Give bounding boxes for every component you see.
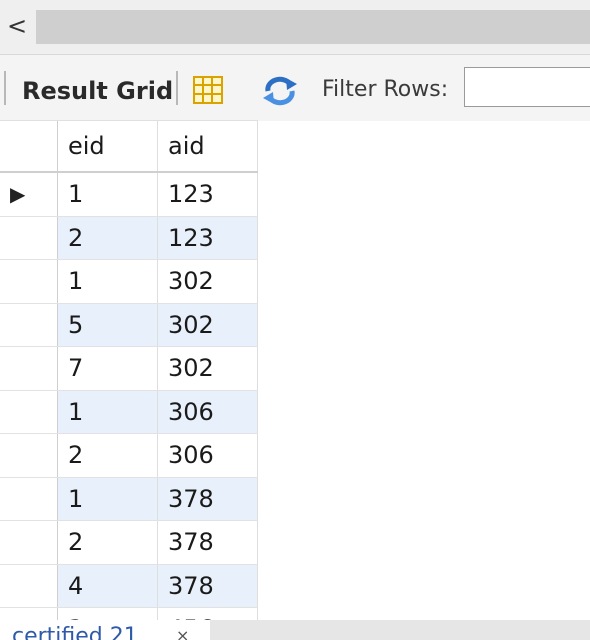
row-selector[interactable] [0, 260, 58, 303]
result-tab[interactable]: certified 21 × [0, 620, 210, 640]
current-row-pointer-icon: ▶ [10, 182, 26, 207]
cell-aid[interactable]: 123 [158, 216, 258, 259]
filter-rows-label: Filter Rows: [322, 77, 449, 102]
cell-aid[interactable]: 306 [158, 434, 258, 477]
result-tab-strip: certified 21 × [0, 620, 590, 640]
scrollbar-track[interactable] [36, 10, 590, 44]
row-selector-header[interactable] [0, 121, 58, 171]
table-row[interactable]: ▶ 1 123 [0, 173, 258, 217]
cell-eid[interactable]: 3 [58, 608, 158, 620]
table-row[interactable]: 2 123 [0, 216, 258, 260]
row-selector[interactable] [0, 564, 58, 607]
cell-eid[interactable]: 2 [58, 521, 158, 564]
column-header-eid[interactable]: eid [58, 121, 158, 171]
toolbar-separator [4, 71, 6, 105]
grid-header-row: eid aid [0, 120, 258, 173]
cell-aid[interactable]: 302 [158, 347, 258, 390]
cell-aid[interactable]: 302 [158, 260, 258, 303]
cell-aid[interactable]: 378 [158, 521, 258, 564]
row-selector[interactable] [0, 434, 58, 477]
table-row[interactable]: 5 302 [0, 303, 258, 347]
row-selector[interactable] [0, 347, 58, 390]
grid-body: ▶ 1 123 2 123 1 302 5 302 7 302 1 306 2 306 1 378 2 378 4 37… [0, 173, 258, 620]
scroll-left-button[interactable]: < [0, 8, 34, 44]
result-toolbar: Result Grid Filter Rows: [0, 55, 590, 121]
result-tab-label[interactable]: certified 21 [12, 624, 138, 640]
filter-rows-input[interactable] [464, 67, 590, 107]
row-selector[interactable] [0, 477, 58, 520]
cell-aid[interactable]: 306 [158, 390, 258, 433]
cell-aid[interactable]: 378 [158, 564, 258, 607]
cell-aid[interactable]: 456 [158, 608, 258, 620]
horizontal-scrollbar[interactable]: < [0, 0, 590, 55]
table-row[interactable]: 4 378 [0, 564, 258, 608]
cell-aid[interactable]: 123 [158, 173, 258, 216]
column-header-aid[interactable]: aid [158, 121, 258, 171]
cell-eid[interactable]: 1 [58, 390, 158, 433]
row-selector[interactable] [0, 521, 58, 564]
cell-eid[interactable]: 2 [58, 216, 158, 259]
cell-eid[interactable]: 1 [58, 260, 158, 303]
cell-eid[interactable]: 1 [58, 477, 158, 520]
table-row[interactable]: 3456 [0, 608, 258, 620]
row-selector[interactable] [0, 216, 58, 259]
table-row[interactable]: 2 306 [0, 434, 258, 478]
cell-eid[interactable]: 4 [58, 564, 158, 607]
result-grid-tab[interactable]: Result Grid [22, 77, 173, 105]
cell-eid[interactable]: 5 [58, 303, 158, 346]
cell-aid[interactable]: 378 [158, 477, 258, 520]
table-row[interactable]: 2 378 [0, 521, 258, 565]
table-row[interactable]: 1 302 [0, 260, 258, 304]
cell-eid[interactable]: 1 [58, 173, 158, 216]
table-row[interactable]: 7 302 [0, 347, 258, 391]
row-selector[interactable] [0, 608, 58, 620]
grid-layout-icon[interactable] [192, 75, 224, 105]
table-row[interactable]: 1 306 [0, 390, 258, 434]
table-row[interactable]: 1 378 [0, 477, 258, 521]
toolbar-separator [176, 71, 178, 105]
cell-eid[interactable]: 7 [58, 347, 158, 390]
row-selector[interactable]: ▶ [0, 173, 58, 216]
refresh-icon[interactable] [260, 75, 300, 107]
cell-eid[interactable]: 2 [58, 434, 158, 477]
close-icon[interactable]: × [176, 626, 189, 640]
row-selector[interactable] [0, 390, 58, 433]
result-grid: eid aid ▶ 1 123 2 123 1 302 5 302 7 302 1 306 2 306 1 37… [0, 120, 258, 620]
cell-aid[interactable]: 302 [158, 303, 258, 346]
row-selector[interactable] [0, 303, 58, 346]
